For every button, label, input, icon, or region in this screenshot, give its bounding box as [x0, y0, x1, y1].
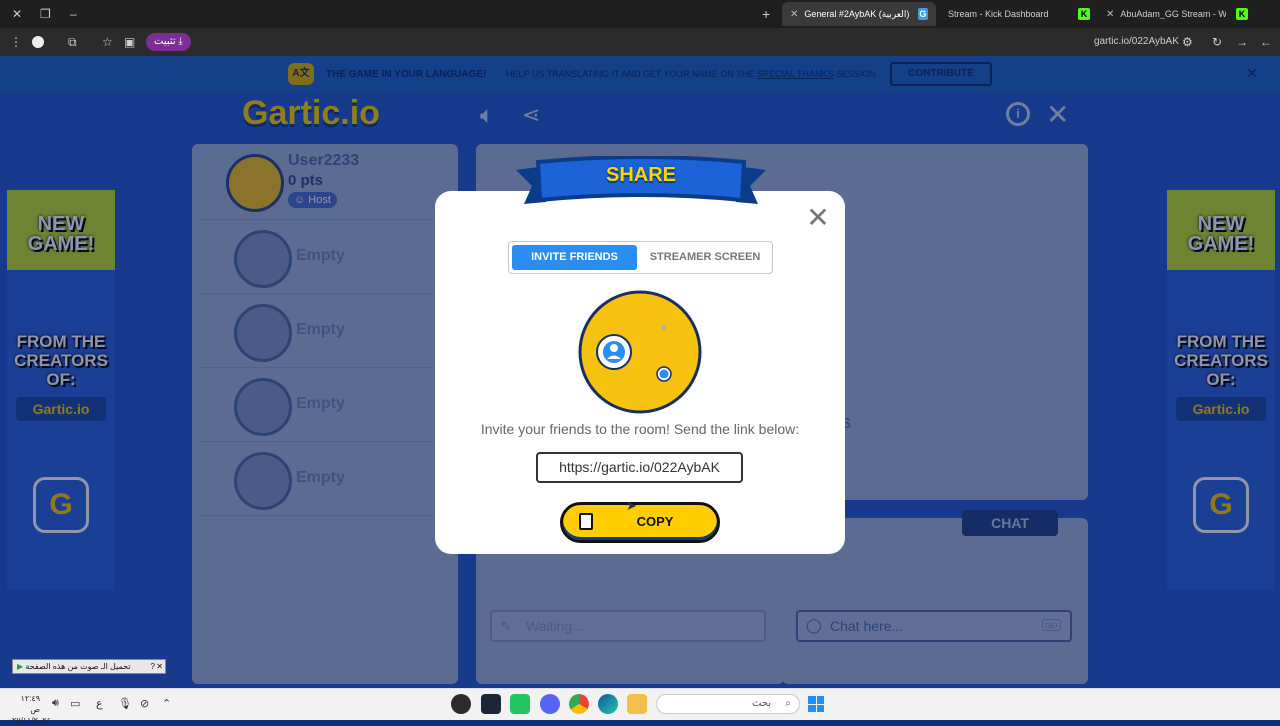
close-modal-icon[interactable]: ✕	[805, 204, 831, 232]
volume-icon[interactable]: 🔊︎	[52, 697, 59, 710]
chevron-up-icon[interactable]: ⌃	[162, 697, 171, 710]
install-label: تثبيت	[154, 36, 176, 47]
tab-gartic[interactable]: ✕ General #2AybAK (العربية) - Ga G	[782, 2, 936, 26]
tab-title: General #2AybAK (العربية) - Ga	[804, 8, 911, 19]
tab-invite-friends[interactable]: INVITE FRIENDS	[512, 245, 637, 270]
browser-tab-bar: ✕ ❐ – + ✕ General #2AybAK (العربية) - Ga…	[0, 0, 1280, 28]
gartic-favicon-icon: G	[917, 8, 928, 20]
kick-favicon-icon: K	[1236, 8, 1248, 20]
app-icon[interactable]	[510, 694, 530, 714]
invite-illustration	[578, 290, 702, 414]
new-tab-icon[interactable]: +	[762, 0, 770, 28]
kick-favicon-icon: K	[1078, 8, 1090, 20]
discord-icon[interactable]	[540, 694, 560, 714]
tab-kick-dashboard[interactable]: Stream - Kick Dashboard	[940, 2, 1090, 26]
tab-title: Stream - Kick Dashboard	[948, 9, 1049, 19]
close-icon[interactable]: ✕	[1106, 9, 1114, 20]
clock[interactable]: ١٢:٤٩ ص ٢٧/١١/٢٠٢٤	[12, 693, 51, 726]
close-icon[interactable]: ✕	[790, 9, 798, 20]
url-text[interactable]: gartic.io/022AybAK	[1094, 28, 1179, 56]
site-settings-icon[interactable]: ⚙	[1182, 28, 1193, 56]
extensions-icon[interactable]: ⧉	[68, 28, 77, 56]
address-bar: ⋮ ⧉ ☆ ▣ gartic.io/022AybAK ⚙ ↻ → ←	[0, 28, 1280, 56]
search-placeholder: بحث	[751, 698, 771, 709]
app-icon[interactable]: ▣	[124, 28, 135, 56]
forward-icon[interactable]: →	[1236, 28, 1248, 56]
star-icon[interactable]: ☆	[102, 28, 113, 56]
sound-notice-text: تحميل الـ صوت من هذه الصفحة	[25, 662, 131, 671]
chrome-icon[interactable]	[569, 694, 589, 714]
tab-title: AbuAdam_GG Stream - Watch	[1120, 9, 1227, 19]
language-indicator[interactable]: ع	[96, 697, 103, 710]
taskbar-search[interactable]: بحث ⌕	[656, 694, 800, 714]
tab-kick-stream[interactable]: ✕ AbuAdam_GG Stream - Watch	[1098, 2, 1248, 26]
file-explorer-icon[interactable]	[627, 694, 647, 714]
modal-title: SHARE	[605, 164, 676, 186]
menu-icon[interactable]: ⋮	[10, 28, 22, 56]
profile-icon[interactable]	[32, 36, 44, 48]
display-icon[interactable]: ▭	[70, 697, 80, 710]
close-window-icon[interactable]: ✕	[12, 0, 22, 28]
copy-label: COPY	[636, 514, 674, 529]
windows-start-icon[interactable]	[808, 696, 824, 712]
play-icon: ▶	[17, 662, 24, 671]
steam-icon[interactable]	[481, 694, 501, 714]
invite-message: Invite your friends to the room! Send th…	[480, 421, 800, 437]
help-icon[interactable]: ?	[151, 660, 155, 673]
copy-icon	[579, 513, 593, 530]
close-icon[interactable]: ✕	[156, 660, 163, 673]
obs-icon[interactable]	[451, 694, 471, 714]
invite-link-field[interactable]: https://gartic.io/022AybAK	[536, 452, 743, 483]
microphone-icon[interactable]: 🎙︎	[118, 697, 132, 710]
edge-icon[interactable]	[598, 694, 618, 714]
minimize-icon[interactable]: –	[70, 0, 77, 28]
mouse-cursor-icon: ➤	[626, 498, 637, 513]
reload-icon[interactable]: ↻	[1212, 28, 1222, 56]
search-icon: ⌕	[785, 698, 791, 709]
back-icon[interactable]: ←	[1260, 28, 1272, 56]
restore-icon[interactable]: ❐	[40, 0, 51, 28]
sound-notice[interactable]: ▶ تحميل الـ صوت من هذه الصفحة ? ✕	[12, 659, 166, 674]
network-icon[interactable]: ⊘	[140, 697, 149, 710]
tab-streamer-screen[interactable]: STREAMER SCREEN	[640, 245, 770, 270]
clock-date: ٢٧/١١/٢٠٢٤	[12, 716, 51, 725]
clock-time: ١٢:٤٩ ص	[20, 694, 40, 714]
install-button[interactable]: تثبيت ⤓	[146, 33, 191, 51]
